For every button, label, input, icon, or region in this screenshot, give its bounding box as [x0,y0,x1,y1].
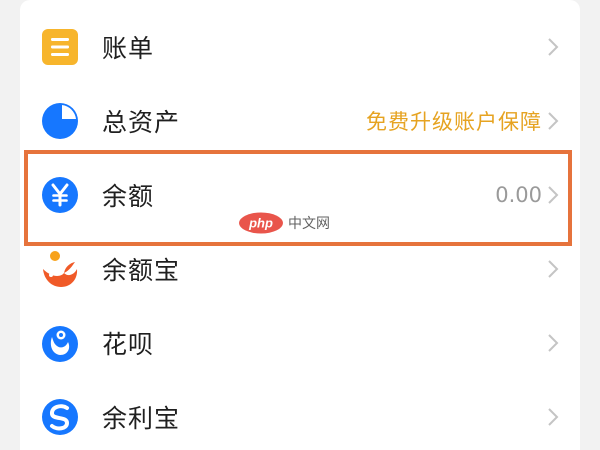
huabei-icon [40,323,80,363]
menu-item-total-assets[interactable]: 总资产 免费升级账户保障 [20,84,580,158]
pie-chart-icon [40,101,80,141]
chevron-right-icon [548,334,559,352]
menu-item-huabei[interactable]: 花呗 [20,306,580,380]
menu-item-label: 花呗 [102,330,155,359]
chevron-right-icon [548,38,559,56]
menu-item-yulibao[interactable]: 余利宝 [20,380,580,450]
chevron-right-icon [548,186,559,204]
menu-item-label: 余额宝 [102,256,181,285]
menu-item-label: 余额 [102,182,155,211]
menu-item-yuebao[interactable]: 余额宝 [20,232,580,306]
menu-item-label: 余利宝 [102,404,181,433]
upgrade-protection-link[interactable]: 免费升级账户保障 [366,106,542,136]
menu-item-balance[interactable]: 余额 0.00 [20,158,580,232]
menu-item-label: 总资产 [102,108,181,137]
chevron-right-icon [548,260,559,278]
menu-item-label: 账单 [102,34,155,63]
menu-item-bill[interactable]: 账单 [20,10,580,84]
yuan-coin-icon [40,175,80,215]
yuebao-icon [40,249,80,289]
app-screen: 账单 总资产 免费升级账户保障 余额 0.00 余额宝 花呗 余利宝 php 中… [0,0,600,450]
yulibao-icon [40,397,80,437]
chevron-right-icon [548,408,559,426]
chevron-right-icon [548,112,559,130]
bill-icon [40,27,80,67]
balance-amount: 0.00 [495,183,542,207]
